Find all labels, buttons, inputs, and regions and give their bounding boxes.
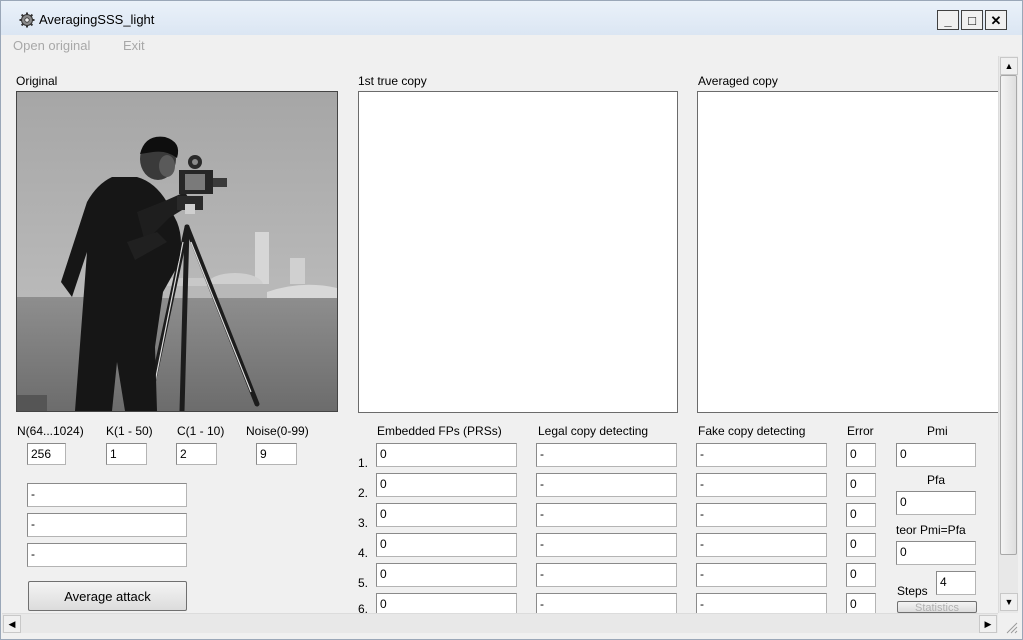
fake-detect-6[interactable]: - [696, 593, 827, 613]
close-button[interactable]: ✕ [985, 10, 1007, 30]
app-window: AveragingSSS_light _ □ ✕ Open original E… [0, 0, 1023, 640]
row-number-3: 3. [358, 516, 369, 530]
averaged-copy-label: Averaged copy [698, 74, 778, 88]
param-n-input[interactable]: 256 [27, 443, 66, 465]
error-4[interactable]: 0 [846, 533, 876, 557]
averaged-copy-image [697, 91, 999, 413]
param-c-label: C(1 - 10) [177, 424, 225, 438]
pmi-field[interactable]: 0 [896, 443, 976, 467]
teor-label: teor Pmi=Pfa [896, 523, 966, 537]
fake-detect-3[interactable]: - [696, 503, 827, 527]
error-2[interactable]: 0 [846, 473, 876, 497]
legal-detect-4[interactable]: - [536, 533, 677, 557]
title-bar[interactable]: AveragingSSS_light _ □ ✕ [1, 1, 1022, 35]
fake-detect-5[interactable]: - [696, 563, 827, 587]
gear-icon [19, 12, 35, 28]
original-image [16, 91, 338, 412]
error-3[interactable]: 0 [846, 503, 876, 527]
pfa-label: Pfa [927, 473, 946, 487]
fake-detect-1[interactable]: - [696, 443, 827, 467]
param-k-label: K(1 - 50) [106, 424, 153, 438]
average-attack-button[interactable]: Average attack [28, 581, 187, 611]
pfa-field[interactable]: 0 [896, 491, 976, 515]
result-field-3[interactable]: - [27, 543, 187, 567]
error-1[interactable]: 0 [846, 443, 876, 467]
legal-detect-2[interactable]: - [536, 473, 677, 497]
vertical-scrollbar[interactable]: ▲ ▼ [998, 56, 1018, 613]
embedded-fp-1[interactable]: 0 [376, 443, 517, 467]
row-number-1: 1. [358, 456, 369, 470]
minimize-icon: _ [944, 12, 952, 28]
statistics-button[interactable]: Statistics [897, 601, 977, 613]
result-field-1[interactable]: - [27, 483, 187, 507]
result-field-2[interactable]: - [27, 513, 187, 537]
embedded-fp-2[interactable]: 0 [376, 473, 517, 497]
fake-header: Fake copy detecting [698, 424, 806, 438]
param-k-input[interactable]: 1 [106, 443, 147, 465]
minimize-button[interactable]: _ [937, 10, 959, 30]
scroll-left-icon[interactable]: ◀ [3, 615, 21, 633]
embedded-fp-3[interactable]: 0 [376, 503, 517, 527]
teor-field[interactable]: 0 [896, 541, 976, 565]
window-title: AveragingSSS_light [39, 12, 155, 27]
true-copy-image [358, 91, 678, 413]
cameraman-photo [17, 92, 337, 411]
original-label: Original [16, 74, 58, 88]
maximize-button[interactable]: □ [961, 10, 983, 30]
param-noise-label: Noise(0-99) [246, 424, 309, 438]
menu-bar: Open original Exit [1, 35, 1022, 55]
param-c-input[interactable]: 2 [176, 443, 217, 465]
close-icon: ✕ [990, 12, 1002, 28]
legal-detect-1[interactable]: - [536, 443, 677, 467]
embedded-fp-6[interactable]: 0 [376, 593, 517, 613]
param-noise-input[interactable]: 9 [256, 443, 297, 465]
steps-label: Steps [897, 584, 928, 598]
true-copy-label: 1st true copy [358, 74, 427, 88]
embedded-header: Embedded FPs (PRSs) [377, 424, 502, 438]
vertical-scroll-thumb[interactable] [1000, 75, 1017, 555]
row-number-4: 4. [358, 546, 369, 560]
row-number-2: 2. [358, 486, 369, 500]
fake-detect-4[interactable]: - [696, 533, 827, 557]
pmi-label: Pmi [927, 424, 948, 438]
legal-detect-3[interactable]: - [536, 503, 677, 527]
scroll-down-icon[interactable]: ▼ [1000, 593, 1018, 611]
fake-detect-2[interactable]: - [696, 473, 827, 497]
error-5[interactable]: 0 [846, 563, 876, 587]
legal-header: Legal copy detecting [538, 424, 649, 438]
menu-exit[interactable]: Exit [123, 38, 145, 53]
steps-input[interactable]: 4 [936, 571, 976, 595]
row-number-5: 5. [358, 576, 369, 590]
scroll-right-icon[interactable]: ▶ [979, 615, 997, 633]
scroll-up-icon[interactable]: ▲ [1000, 57, 1018, 75]
legal-detect-5[interactable]: - [536, 563, 677, 587]
horizontal-scrollbar[interactable]: ◀ ▶ [2, 613, 998, 633]
error-header: Error [847, 424, 874, 438]
legal-detect-6[interactable]: - [536, 593, 677, 613]
param-n-label: N(64...1024) [17, 424, 84, 438]
menu-open-original[interactable]: Open original [13, 38, 90, 53]
maximize-icon: □ [968, 12, 976, 28]
embedded-fp-5[interactable]: 0 [376, 563, 517, 587]
error-6[interactable]: 0 [846, 593, 876, 613]
resize-grip-icon[interactable] [1001, 617, 1019, 635]
embedded-fp-4[interactable]: 0 [376, 533, 517, 557]
